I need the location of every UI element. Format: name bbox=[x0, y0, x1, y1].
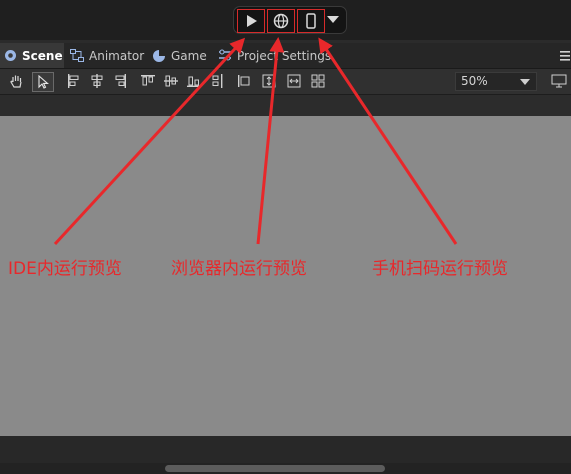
arrow-mobile-preview bbox=[318, 37, 458, 245]
annotation-browser-preview: 浏览器内运行预览 bbox=[171, 259, 307, 279]
annotation-arrows bbox=[53, 37, 458, 246]
annotation-ide-preview: IDE内运行预览 bbox=[8, 259, 122, 279]
annotation-mobile-preview: 手机扫码运行预览 bbox=[372, 259, 508, 279]
arrow-browser-preview bbox=[256, 37, 285, 245]
arrow-ide-preview bbox=[53, 37, 246, 246]
